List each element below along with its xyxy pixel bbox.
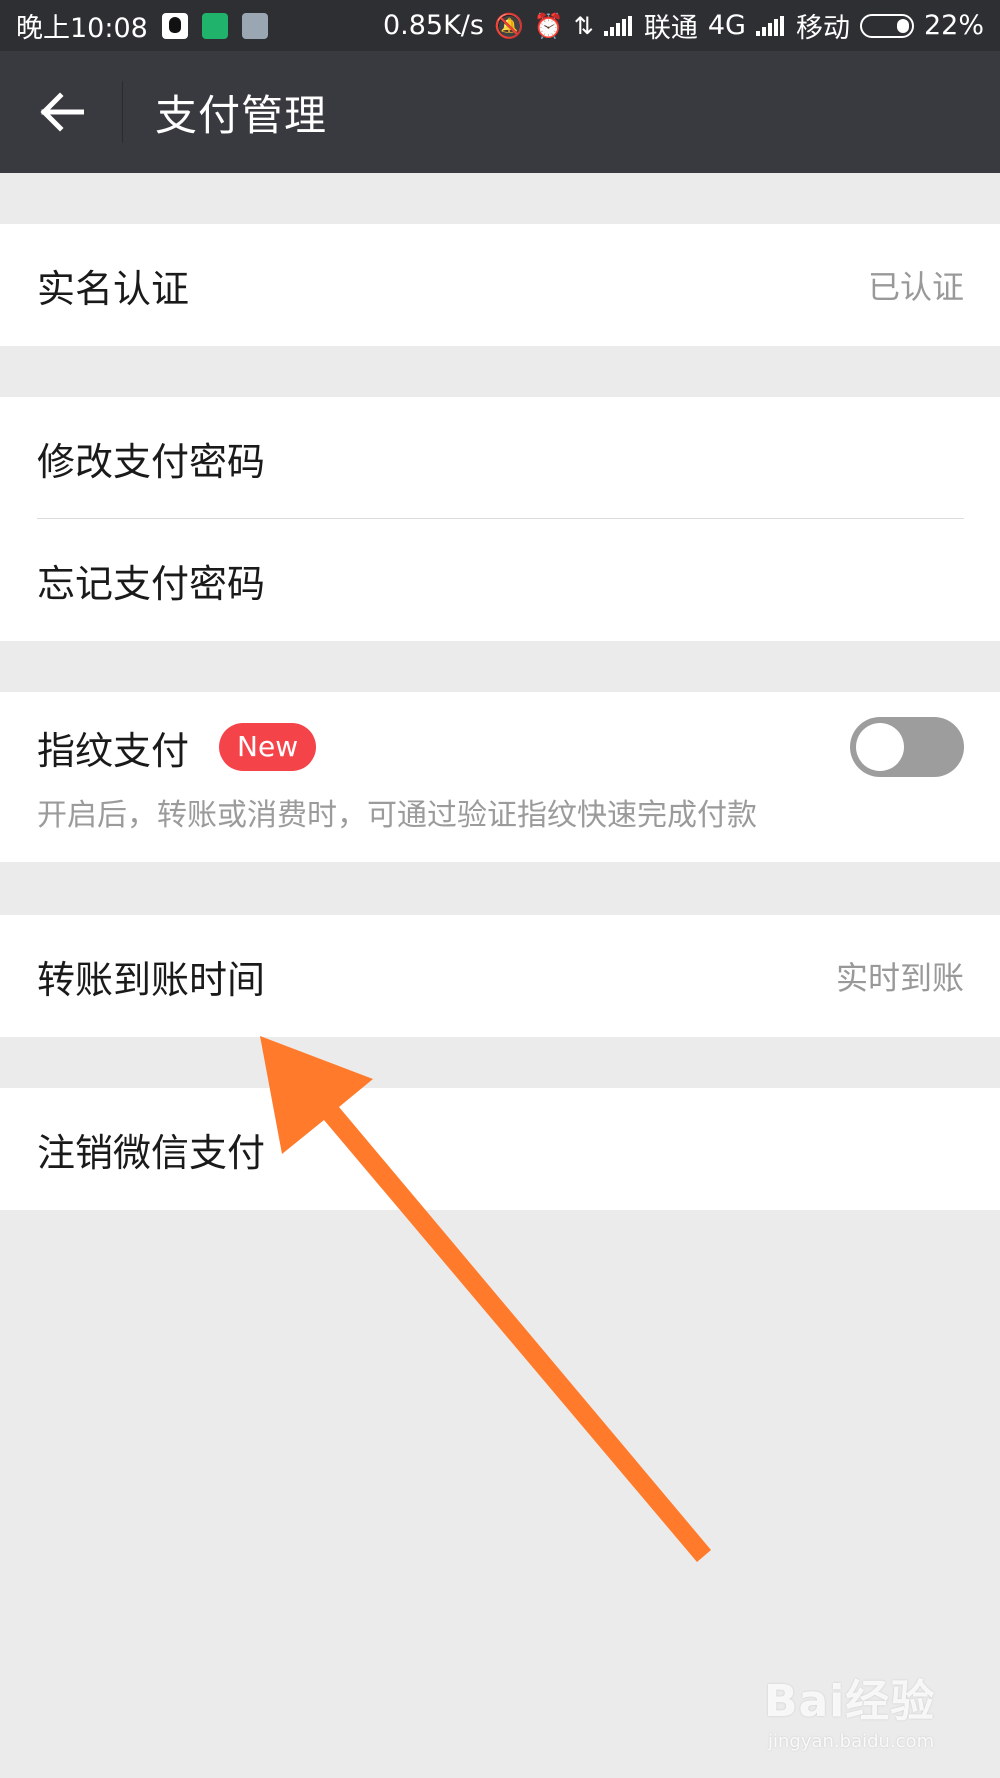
network-type: 4G: [707, 10, 746, 41]
network-speed: 0.85K/s: [382, 10, 484, 41]
forgot-password-row[interactable]: 忘记支付密码: [0, 519, 1000, 641]
data-transfer-icon: ⇅: [573, 11, 594, 40]
change-password-row[interactable]: 修改支付密码: [0, 397, 1000, 519]
fingerprint-toggle[interactable]: [850, 717, 964, 777]
fingerprint-row: 指纹支付 New: [0, 692, 1000, 794]
page-title: 支付管理: [155, 90, 328, 140]
back-arrow-icon: [40, 92, 84, 132]
fingerprint-description: 开启后，转账或消费时，可通过验证指纹快速完成付款: [37, 798, 757, 833]
new-badge: New: [219, 723, 317, 771]
back-button[interactable]: [0, 51, 122, 173]
signal-strength-icon-2: [755, 15, 786, 36]
status-bar-right: 0.85K/s 🔕 ⏰ ⇅ 联通 4G 移动 22%: [383, 6, 984, 45]
change-password-label: 修改支付密码: [37, 439, 266, 484]
status-bar-left: 晚上10:08: [16, 6, 268, 45]
transfer-time-value: 实时到账: [835, 959, 964, 997]
fingerprint-label: 指纹支付: [37, 728, 190, 773]
baidu-jingyan-watermark: Bai经验 jingyan.baidu.com: [764, 1665, 984, 1765]
signal-strength-icon-1: [603, 15, 634, 36]
transfer-time-row[interactable]: 转账到账时间 实时到账: [0, 915, 1000, 1037]
battery-percent: 22%: [923, 10, 984, 41]
watermark-url: jingyan.baidu.com: [768, 1731, 935, 1752]
transfer-time-label: 转账到账时间: [37, 957, 266, 1002]
group-deactivate: 注销微信支付: [0, 1088, 1000, 1210]
forgot-password-label: 忘记支付密码: [37, 561, 266, 606]
qq-icon: [161, 12, 188, 39]
status-time: 晚上10:08: [16, 13, 148, 44]
title-divider: [122, 81, 123, 143]
mute-bell-icon: 🔕: [493, 11, 524, 40]
security-shield-icon: [201, 12, 228, 39]
alarm-clock-icon: ⏰: [533, 11, 564, 40]
real-name-label: 实名认证: [37, 266, 190, 311]
group-password: 修改支付密码 忘记支付密码: [0, 397, 1000, 641]
real-name-row[interactable]: 实名认证 已认证: [0, 224, 1000, 346]
carrier-2: 移动: [795, 13, 850, 44]
status-bar: 晚上10:08 0.85K/s 🔕 ⏰ ⇅ 联通 4G 移动 22%: [0, 0, 1000, 51]
group-real-name: 实名认证 已认证: [0, 224, 1000, 346]
battery-icon: [859, 13, 914, 38]
title-bar: 支付管理: [0, 51, 1000, 173]
deactivate-label: 注销微信支付: [37, 1130, 266, 1175]
carrier-1: 联通: [643, 13, 698, 44]
screen: 晚上10:08 0.85K/s 🔕 ⏰ ⇅ 联通 4G 移动 22% 支付管理 …: [0, 0, 1000, 1778]
real-name-status: 已认证: [867, 268, 964, 306]
group-fingerprint: 指纹支付 New 开启后，转账或消费时，可通过验证指纹快速完成付款: [0, 692, 1000, 862]
group-transfer-time: 转账到账时间 实时到账: [0, 915, 1000, 1037]
deactivate-row[interactable]: 注销微信支付: [0, 1088, 1000, 1210]
watermark-logo: Bai经验: [764, 1676, 936, 1727]
toggle-knob: [856, 723, 904, 771]
notification-app-icon: [241, 12, 268, 39]
